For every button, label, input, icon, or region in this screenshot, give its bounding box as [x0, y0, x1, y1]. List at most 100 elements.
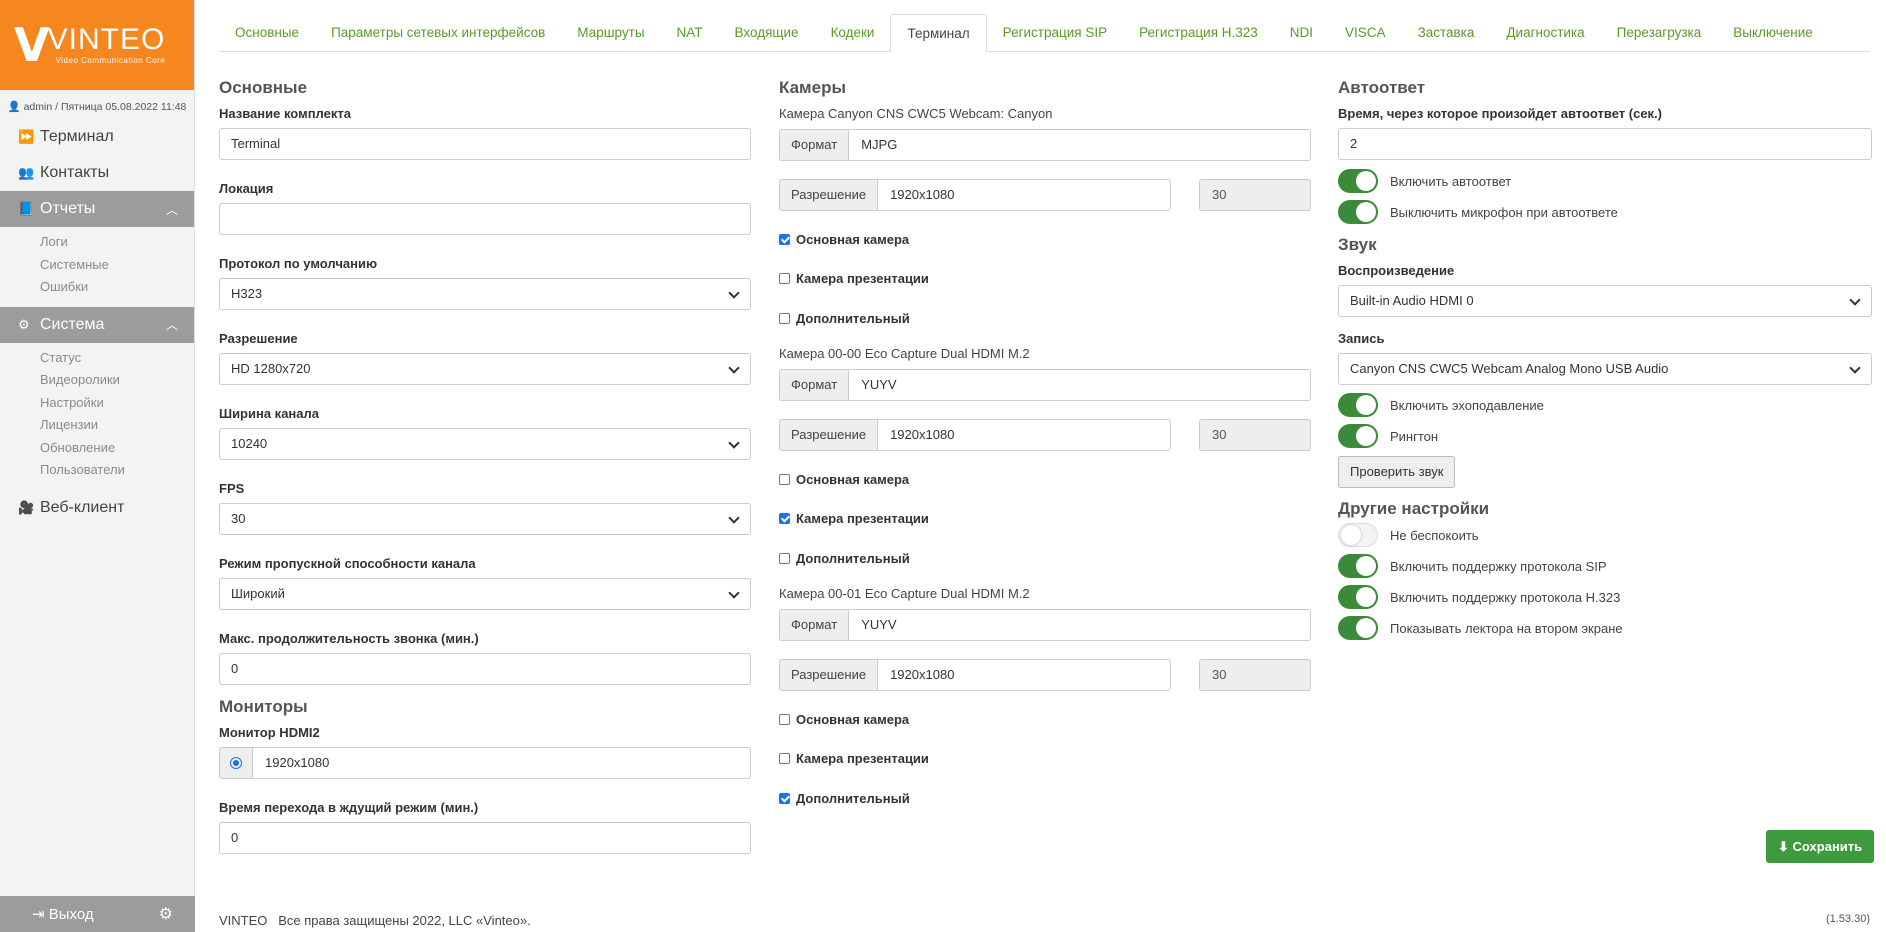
bandwidth-select[interactable]: 10240	[219, 428, 751, 460]
user-line: admin / Пятница 05.08.2022 11:48	[23, 101, 187, 113]
logout-button[interactable]: ⇥ Выход	[32, 905, 94, 923]
main-camera-checkbox-row[interactable]: Основная камера	[779, 709, 1311, 729]
ringtone-toggle[interactable]	[1338, 424, 1378, 448]
vinteo-logo[interactable]: V VINTEO Video Communication Core	[0, 0, 194, 90]
resolution-addon: Разрешение	[779, 419, 879, 451]
tab-terminal[interactable]: Терминал	[890, 14, 987, 53]
autoanswer-enable-toggle[interactable]	[1338, 169, 1378, 193]
location-input[interactable]	[219, 203, 751, 235]
dnd-toggle[interactable]	[1338, 523, 1378, 547]
fps-select[interactable]: 30	[219, 503, 751, 535]
extra-camera-checkbox[interactable]	[779, 792, 790, 804]
submenu-item-users[interactable]: Пользователи	[40, 459, 194, 482]
presentation-camera-checkbox[interactable]	[779, 273, 790, 284]
main-camera-checkbox-row[interactable]: Основная камера	[779, 229, 1311, 249]
camera-format-input[interactable]: MJPG	[849, 129, 1311, 161]
camera-format-input[interactable]: YUYV	[849, 369, 1311, 401]
autoanswer-time-input[interactable]: 2	[1338, 128, 1872, 160]
sidebar-section-reports[interactable]: 📘 Отчеты ︿	[0, 191, 194, 227]
camera-resolution-group: Разрешение 1920x1080	[779, 179, 1171, 211]
presentation-camera-checkbox-row[interactable]: Камера презентации	[779, 509, 1311, 529]
speaker-second-screen-toggle[interactable]	[1338, 616, 1378, 640]
camera-resolution-input[interactable]: 1920x1080	[878, 659, 1171, 691]
submenu-item-videos[interactable]: Видеоролики	[40, 369, 194, 392]
presentation-camera-checkbox-row[interactable]: Камера презентации	[779, 269, 1311, 289]
test-sound-button[interactable]: Проверить звук	[1338, 456, 1456, 488]
sidebar-item-webclient[interactable]: 🎥 Веб-клиент	[0, 490, 194, 526]
record-select[interactable]: Canyon CNS CWC5 Webcam Analog Mono USB A…	[1338, 353, 1872, 385]
max-call-input[interactable]: 0	[219, 653, 751, 685]
max-call-label: Макс. продолжительность звонка (мин.)	[219, 631, 479, 646]
tab-splash[interactable]: Заставка	[1402, 14, 1491, 52]
tab-basic[interactable]: Основные	[219, 14, 315, 52]
extra-camera-checkbox-row[interactable]: Дополнительный	[779, 548, 1311, 568]
tab-shutdown[interactable]: Выключение	[1717, 14, 1829, 52]
kit-name-input[interactable]: Terminal	[219, 128, 751, 160]
tab-incoming[interactable]: Входящие	[719, 14, 815, 52]
sidebar-section-system[interactable]: ⚙ Система ︿	[0, 306, 194, 343]
extra-camera-checkbox[interactable]	[779, 552, 790, 564]
tab-codecs[interactable]: Кодеки	[815, 14, 891, 52]
extra-camera-checkbox-row[interactable]: Дополнительный	[779, 308, 1311, 328]
tab-nat[interactable]: NAT	[661, 14, 719, 52]
presentation-camera-checkbox[interactable]	[779, 753, 790, 764]
camera-format-input[interactable]: YUYV	[849, 609, 1311, 641]
extra-camera-checkbox-row[interactable]: Дополнительный	[779, 788, 1311, 808]
main-camera-checkbox[interactable]	[779, 233, 790, 245]
protocol-select[interactable]: H323	[219, 278, 751, 310]
presentation-camera-checkbox[interactable]	[779, 513, 790, 524]
main-camera-checkbox-row[interactable]: Основная камера	[779, 469, 1311, 489]
tab-network-interfaces[interactable]: Параметры сетевых интерфейсов	[315, 14, 561, 52]
sidebar-item-contacts[interactable]: 👥 Контакты	[0, 155, 194, 191]
autoanswer-mute-toggle[interactable]	[1338, 200, 1378, 224]
section-title-other: Другие настройки	[1338, 499, 1490, 518]
camera-name: Камера 00-00 Eco Capture Dual HDMI M.2	[779, 346, 1030, 361]
cogs-icon: ⚙	[18, 316, 30, 332]
monitor-radio[interactable]	[230, 757, 242, 769]
standby-input[interactable]: 0	[219, 822, 751, 854]
submenu-item-settings[interactable]: Настройки	[40, 392, 194, 415]
submenu-item-licenses[interactable]: Лицензии	[40, 414, 194, 437]
record-label: Запись	[1338, 331, 1385, 346]
submenu-item-system[interactable]: Системные	[40, 254, 194, 277]
bandwidth-mode-select[interactable]: Широкий	[219, 578, 751, 610]
camera-resolution-group: Разрешение 1920x1080	[779, 659, 1171, 691]
submenu-item-status[interactable]: Статус	[40, 347, 194, 370]
tab-routes[interactable]: Маршруты	[561, 14, 660, 52]
sidebar-item-terminal[interactable]: ⏩ Терминал	[0, 119, 194, 155]
playback-select[interactable]: Built-in Audio HDMI 0	[1338, 285, 1872, 317]
tab-diagnostics[interactable]: Диагностика	[1490, 14, 1600, 52]
h323-support-label: Включить поддержку протокола H.323	[1390, 589, 1621, 605]
chevron-up-icon: ︿	[165, 318, 178, 332]
dnd-row: Не беспокоить	[1338, 522, 1872, 548]
sidebar-item-label: Веб-клиент	[40, 498, 125, 516]
camera-resolution-input[interactable]: 1920x1080	[878, 179, 1171, 211]
submenu-item-logs[interactable]: Логи	[40, 231, 194, 254]
dnd-label: Не беспокоить	[1390, 527, 1479, 543]
cameras-column: Камеры Камера Canyon CNS CWC5 Webcam: Ca…	[779, 78, 1311, 828]
tab-h323-registration[interactable]: Регистрация H.323	[1123, 14, 1274, 52]
main-camera-checkbox[interactable]	[779, 713, 790, 725]
h323-support-toggle[interactable]	[1338, 585, 1378, 609]
sip-support-toggle[interactable]	[1338, 554, 1378, 578]
submenu-item-update[interactable]: Обновление	[40, 437, 194, 460]
echo-cancel-toggle[interactable]	[1338, 393, 1378, 417]
presentation-camera-checkbox-row[interactable]: Камера презентации	[779, 749, 1311, 769]
extra-camera-label: Дополнительный	[796, 310, 910, 326]
camera-fps-field: 30	[1199, 419, 1311, 451]
main-camera-checkbox[interactable]	[779, 473, 790, 485]
users-icon: 👥	[18, 165, 35, 180]
tab-visca[interactable]: VISCA	[1329, 14, 1402, 52]
chevron-up-icon: ︿	[165, 202, 178, 217]
gear-icon[interactable]: ⚙	[159, 904, 173, 924]
extra-camera-checkbox[interactable]	[779, 312, 790, 324]
tab-reboot[interactable]: Перезагрузка	[1601, 14, 1718, 52]
submenu-item-errors[interactable]: Ошибки	[40, 276, 194, 299]
monitor-resolution-input[interactable]: 1920x1080	[253, 747, 751, 779]
tab-sip-registration[interactable]: Регистрация SIP	[987, 14, 1123, 52]
camera-resolution-input[interactable]: 1920x1080	[878, 419, 1171, 451]
presentation-camera-label: Камера презентации	[796, 511, 929, 526]
resolution-select[interactable]: HD 1280x720	[219, 353, 751, 385]
tab-ndi[interactable]: NDI	[1274, 14, 1329, 52]
save-button[interactable]: ⬇ Сохранить	[1766, 830, 1875, 863]
